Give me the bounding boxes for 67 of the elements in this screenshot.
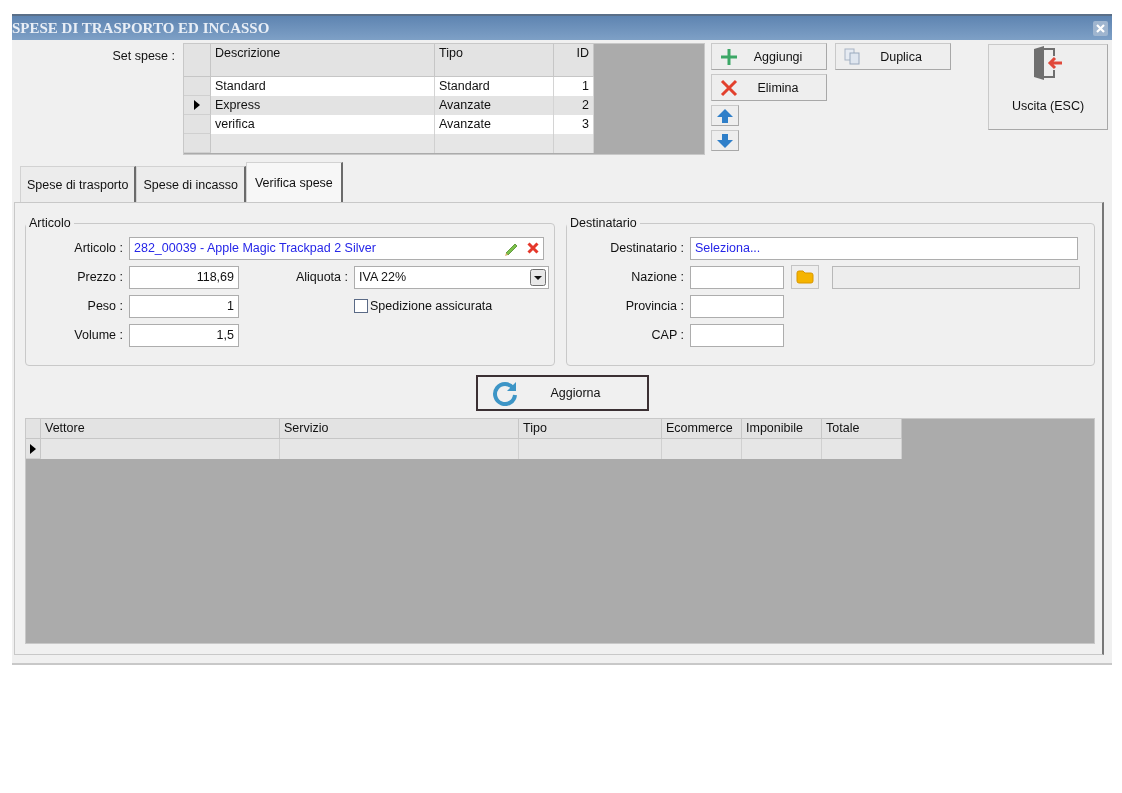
- row-header[interactable]: [26, 439, 41, 459]
- window-title: SPESE DI TRASPORTO ED INCASSO: [12, 19, 270, 37]
- arrow-down-icon: [716, 132, 734, 149]
- refresh-button[interactable]: Aggiorna: [476, 375, 649, 411]
- field-label: Prezzo :: [76, 270, 123, 284]
- row-pointer-icon: [30, 443, 36, 454]
- clear-icon[interactable]: [527, 242, 539, 254]
- table-cell: 1: [554, 77, 594, 96]
- move-down-button[interactable]: [711, 130, 739, 151]
- table-cell: 3: [554, 115, 594, 134]
- group-title: Articolo: [28, 216, 72, 230]
- recipient-field[interactable]: Seleziona...: [690, 236, 1078, 260]
- add-button[interactable]: Aggiungi: [711, 43, 827, 70]
- exit-button[interactable]: Uscita (ESC): [988, 44, 1108, 130]
- field-label: Provincia :: [624, 299, 684, 313]
- weight-field[interactable]: 1: [129, 294, 239, 318]
- duplicate-button[interactable]: Duplica: [835, 43, 951, 70]
- plus-icon: [720, 47, 738, 66]
- arrow-up-icon: [716, 107, 734, 124]
- field-label: Aliquota :: [294, 270, 348, 284]
- tab[interactable]: Verifica spese: [245, 162, 343, 202]
- field-label: CAP :: [650, 328, 684, 342]
- delete-button[interactable]: Elimina: [711, 74, 827, 101]
- price-field[interactable]: 118,69: [129, 265, 239, 289]
- table-cell: Avanzate: [435, 115, 554, 134]
- close-icon[interactable]: [1093, 20, 1108, 36]
- table-cell: Standard: [211, 77, 435, 96]
- exit-door-icon: [1032, 45, 1064, 81]
- vat-dropdown[interactable]: IVA 22%: [354, 265, 549, 289]
- column-header[interactable]: Tipo: [519, 419, 662, 439]
- field-label: Peso :: [86, 299, 123, 313]
- column-header[interactable]: ID: [554, 44, 594, 77]
- column-header[interactable]: Vettore: [41, 419, 280, 439]
- province-field[interactable]: [690, 294, 784, 318]
- group-title: Destinatario: [569, 216, 638, 230]
- volume-field[interactable]: 1,5: [129, 323, 239, 347]
- table-cell: Standard: [435, 77, 554, 96]
- delete-icon: [720, 78, 738, 97]
- column-header[interactable]: Descrizione: [211, 44, 435, 77]
- column-header[interactable]: Servizio: [280, 419, 519, 439]
- field-label: Set spese :: [111, 48, 175, 63]
- tab[interactable]: Spese di trasporto: [20, 166, 137, 202]
- folder-icon: [796, 270, 814, 284]
- checkbox-label[interactable]: Spedizione assicurata: [370, 299, 493, 313]
- column-header[interactable]: Imponibile: [742, 419, 822, 439]
- move-up-button[interactable]: [711, 105, 739, 126]
- row-pointer-icon: [194, 100, 200, 110]
- postal-code-field[interactable]: [690, 323, 784, 347]
- table-cell: Avanzate: [435, 96, 554, 115]
- folder-button[interactable]: [791, 265, 819, 289]
- country-field[interactable]: [690, 265, 784, 289]
- tab[interactable]: Spese di incasso: [136, 166, 246, 202]
- row-header[interactable]: [184, 96, 211, 115]
- column-header[interactable]: Totale: [822, 419, 902, 439]
- copy-icon: [844, 48, 860, 65]
- table-cell: verifica: [211, 115, 435, 134]
- article-field[interactable]: 282_00039 - Apple Magic Trackpad 2 Silver: [129, 236, 544, 260]
- table-cell: Express: [211, 96, 435, 115]
- column-header[interactable]: Tipo: [435, 44, 554, 77]
- field-label: Articolo :: [73, 241, 123, 255]
- field-label: Destinatario :: [609, 241, 684, 255]
- field-label: Volume :: [73, 328, 123, 342]
- column-header[interactable]: Ecommerce: [662, 419, 742, 439]
- table-cell: 2: [554, 96, 594, 115]
- checkbox[interactable]: [354, 299, 368, 313]
- field-label: Nazione :: [630, 270, 684, 284]
- refresh-icon: [492, 380, 518, 406]
